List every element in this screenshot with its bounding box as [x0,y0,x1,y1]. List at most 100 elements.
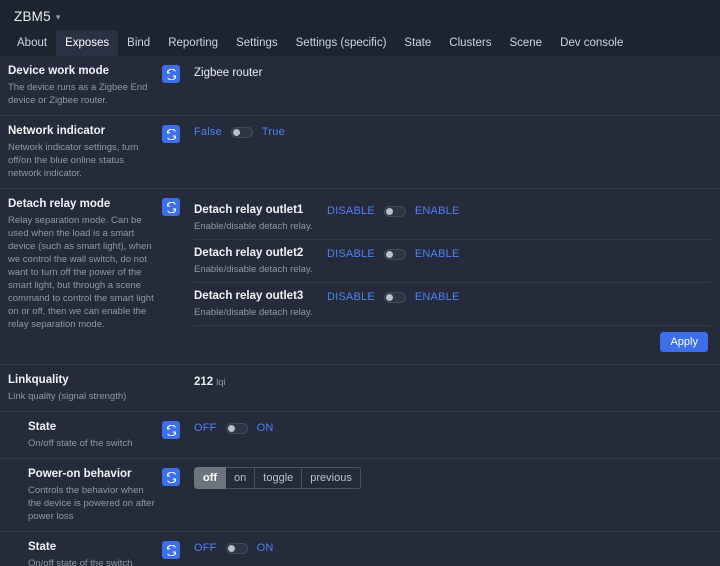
linkquality-unit: lqi [216,377,226,388]
outlet-switch[interactable] [383,248,406,260]
row-state: State On/off state of the switch OFF ON [0,412,720,459]
row-value-area: Zigbee router [188,56,720,87]
refresh-button-detach-relay-mode[interactable] [162,198,180,216]
row-label-area: Detach relay mode Relay separation mode.… [0,189,188,339]
outlet-label: Detach relay outlet2 [194,247,304,259]
tab-settings-specific[interactable]: Settings (specific) [287,30,396,56]
power-on-option-toggle[interactable]: toggle [255,467,303,489]
detach-relay-outlet-row: Detach relay outlet3 Enable/disable detac… [194,283,710,326]
outlet-toggle-group: DISABLE ENABLE [327,203,710,217]
network-indicator-switch[interactable] [230,126,253,138]
device-work-mode-value: Zigbee router [194,67,263,79]
row-power-on-behavior: Power-on behavior Controls the behavior w… [0,459,720,532]
refresh-button-state[interactable] [162,421,180,439]
row-device-work-mode: Device work mode The device runs as a Zi… [0,56,720,116]
refresh-icon [166,471,176,483]
row-value-area: False True [188,116,720,146]
row-value-area: off on toggle previous [188,459,720,497]
outlet-toggle-group: DISABLE ENABLE [327,289,710,303]
row-label: Linkquality [8,374,69,386]
switch-knob [233,129,241,136]
tab-reporting[interactable]: Reporting [159,30,227,56]
toggle-off-label[interactable]: False [194,126,222,138]
toggle-disable-label[interactable]: DISABLE [327,248,375,260]
state-toggle-group: OFF ON [194,420,710,434]
switch-knob [228,425,236,432]
chevron-down-icon: ▾ [55,12,61,22]
toggle-on-label[interactable]: ON [257,422,274,434]
linkquality-value: 212 [194,376,214,388]
toggle-on-label[interactable]: ON [257,542,274,554]
refresh-button-network-indicator[interactable] [162,125,180,143]
row-label: State [28,541,57,553]
refresh-button-power-on-behavior[interactable] [162,468,180,486]
toggle-off-label[interactable]: OFF [194,422,217,434]
toggle-enable-label[interactable]: ENABLE [415,205,460,217]
refresh-icon [166,424,176,436]
state-switch[interactable] [225,422,248,434]
toggle-enable-label[interactable]: ENABLE [415,291,460,303]
row-description: On/off state of the switch [28,438,133,449]
power-on-behavior-button-group: off on toggle previous [194,467,361,489]
state-toggle-group: OFF ON [194,540,710,554]
refresh-icon [166,544,176,556]
device-title-dropdown[interactable]: ZBM5 ▾ [0,0,720,30]
switch-knob [386,208,394,215]
toggle-enable-label[interactable]: ENABLE [415,248,460,260]
row-description: Controls the behavior when the device is… [28,485,155,522]
toggle-off-label[interactable]: OFF [194,542,217,554]
toggle-on-label[interactable]: True [262,126,285,138]
row-label: Network indicator [8,125,106,137]
row-label: Device work mode [8,65,109,77]
switch-knob [386,251,394,258]
outlet-description: Enable/disable detach relay. [194,307,313,318]
tab-settings[interactable]: Settings [227,30,287,56]
toggle-disable-label[interactable]: DISABLE [327,291,375,303]
linkquality-value-wrap: 212 lqi [194,373,710,388]
app-header: ZBM5 ▾ About Exposes Bind Reporting Settings… [0,0,720,56]
outlet-label-area: Detach relay outlet2 Enable/disable detac… [194,246,327,276]
tab-dev-console[interactable]: Dev console [551,30,632,56]
tab-scene[interactable]: Scene [500,30,551,56]
outlet-toggle-group: DISABLE ENABLE [327,246,710,260]
tab-state[interactable]: State [395,30,440,56]
refresh-button-state[interactable] [162,541,180,559]
row-detach-relay-mode: Detach relay mode Relay separation mode.… [0,189,720,365]
power-on-option-off[interactable]: off [194,467,227,489]
row-label-area: State On/off state of the switch [20,532,188,566]
refresh-button-device-work-mode[interactable] [162,65,180,83]
outlet-description: Enable/disable detach relay. [194,221,313,232]
outlet-switch[interactable] [383,205,406,217]
refresh-icon [166,128,176,140]
row-description: Link quality (signal strength) [8,391,127,402]
row-label-area: State On/off state of the switch [20,412,188,458]
row-network-indicator: Network indicator Network indicator sett… [0,116,720,189]
tab-exposes[interactable]: Exposes [56,30,119,56]
outlet-switch[interactable] [383,291,406,303]
row-label: State [28,421,57,433]
outlet-description: Enable/disable detach relay. [194,264,313,275]
detach-relay-outlet-row: Detach relay outlet1 Enable/disable detac… [194,197,710,240]
power-on-option-previous[interactable]: previous [302,467,361,489]
toggle-disable-label[interactable]: DISABLE [327,205,375,217]
tab-about[interactable]: About [8,30,56,56]
tab-bind[interactable]: Bind [118,30,159,56]
row-description: Relay separation mode. Can be used when … [8,215,154,330]
power-on-option-on[interactable]: on [226,467,256,489]
row-label-area: Linkquality Link quality (signal strengt… [0,365,188,411]
row-description: On/off state of the switch [28,558,133,566]
state-switch[interactable] [225,542,248,554]
row-label-area: Network indicator Network indicator sett… [0,116,188,188]
row-value-area: 212 lqi [188,365,720,396]
row-label-area: Device work mode The device runs as a Zi… [0,56,188,115]
row-description: The device runs as a Zigbee End device o… [8,82,148,106]
apply-button[interactable]: Apply [660,332,708,352]
switch-knob [386,294,394,301]
outlet-toggle-area: DISABLE ENABLE [327,246,710,260]
row-description: Network indicator settings, turn off/on … [8,142,139,179]
row-value-area: OFF ON [188,412,720,442]
row-state: State On/off state of the switch OFF ON [0,532,720,566]
row-linkquality: Linkquality Link quality (signal strengt… [0,365,720,412]
tab-clusters[interactable]: Clusters [440,30,500,56]
outlet-toggle-area: DISABLE ENABLE [327,203,710,217]
